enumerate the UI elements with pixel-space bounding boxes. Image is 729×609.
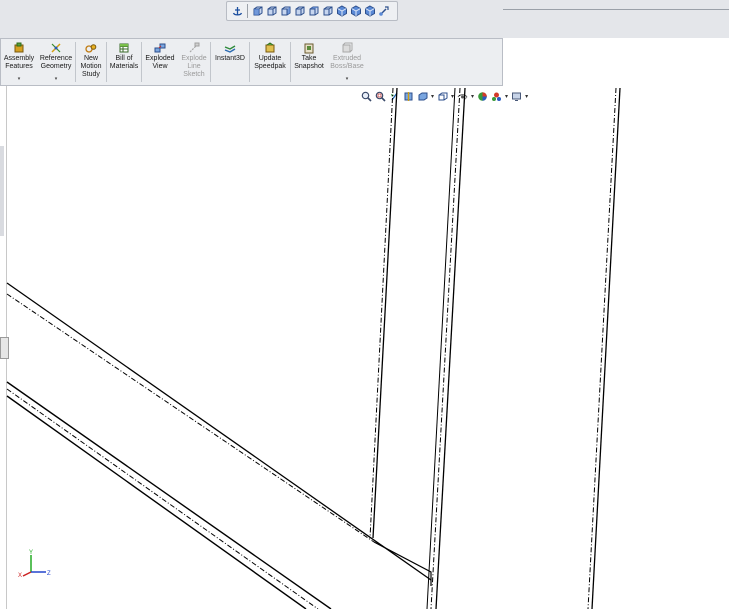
reference-triad: Y Z X <box>18 550 51 578</box>
exploded-view-label: Exploded View <box>145 55 175 70</box>
dropdown-arrow[interactable]: ▾ <box>18 75 21 83</box>
instant3d-button[interactable]: Instant3D <box>211 39 249 85</box>
assembly-features-label: Assembly Features <box>3 55 35 70</box>
standard-views-toolbar <box>226 1 398 21</box>
bill-of-materials-button[interactable]: Bill of Materials <box>107 39 141 85</box>
model-edge <box>587 87 617 609</box>
separator <box>247 4 248 18</box>
anchor-icon[interactable] <box>231 5 243 17</box>
motion-study-icon <box>85 44 97 53</box>
normal-to-icon[interactable] <box>378 5 390 17</box>
isometric-view-icon[interactable] <box>336 5 348 17</box>
right-view-icon[interactable] <box>294 5 306 17</box>
speedpak-icon <box>265 42 275 53</box>
extruded-boss-base-label: Extruded Boss/Base <box>330 55 364 70</box>
bill-of-materials-label: Bill of Materials <box>109 55 139 70</box>
new-motion-study-button[interactable]: New Motion Study <box>76 39 106 85</box>
reference-geometry-label: Reference Geometry <box>39 55 73 70</box>
triad-x-axis <box>22 571 32 577</box>
toolbar-divider <box>503 9 729 10</box>
model-edge <box>373 541 432 586</box>
model-edge <box>6 282 432 581</box>
take-snapshot-label: Take Snapshot <box>294 55 324 70</box>
assembly-features-icon <box>14 42 24 53</box>
take-snapshot-button[interactable]: Take Snapshot <box>291 39 327 85</box>
top-view-icon[interactable] <box>308 5 320 17</box>
model-edge <box>430 87 461 609</box>
model-edge <box>6 293 375 543</box>
extruded-boss-base-button[interactable]: Extruded Boss/Base ▾ <box>327 39 367 85</box>
instant3d-label: Instant3D <box>215 55 245 62</box>
trimetric-view-icon[interactable] <box>350 5 362 17</box>
exploded-view-icon <box>154 43 166 53</box>
triad-x-label: X <box>18 573 22 578</box>
bottom-view-icon[interactable] <box>322 5 334 17</box>
reference-geometry-icon <box>51 43 61 53</box>
instant3d-icon <box>224 45 236 53</box>
explode-line-sketch-icon <box>189 42 200 53</box>
left-view-icon[interactable] <box>280 5 292 17</box>
triad-y-label: Y <box>29 550 33 556</box>
extruded-boss-icon <box>342 42 353 53</box>
update-speedpak-button[interactable]: Update Speedpak <box>250 39 290 85</box>
triad-z-label: Z <box>47 571 51 577</box>
reference-geometry-button[interactable]: Reference Geometry ▾ <box>37 39 75 85</box>
command-manager: Assembly Features ▾ Reference Geometry ▾… <box>0 38 503 86</box>
model-edge <box>6 381 332 609</box>
dimetric-view-icon[interactable] <box>364 5 376 17</box>
graphics-area[interactable] <box>0 86 729 609</box>
bill-of-materials-icon <box>119 43 129 53</box>
assembly-features-button[interactable]: Assembly Features ▾ <box>1 39 37 85</box>
update-speedpak-label: Update Speedpak <box>254 55 286 70</box>
explode-line-sketch-button[interactable]: Explode Line Sketch <box>178 39 210 85</box>
model-edge <box>369 87 394 539</box>
explode-line-sketch-label: Explode Line Sketch <box>181 55 207 78</box>
front-view-icon[interactable] <box>252 5 264 17</box>
model-edges <box>6 87 621 609</box>
snapshot-icon <box>304 43 314 54</box>
model-edge <box>591 87 621 609</box>
dropdown-arrow[interactable]: ▾ <box>55 75 58 83</box>
new-motion-study-label: New Motion Study <box>80 55 102 78</box>
model-edge <box>372 87 398 539</box>
dropdown-arrow[interactable]: ▾ <box>346 75 349 83</box>
exploded-view-button[interactable]: Exploded View <box>142 39 178 85</box>
back-view-icon[interactable] <box>266 5 278 17</box>
